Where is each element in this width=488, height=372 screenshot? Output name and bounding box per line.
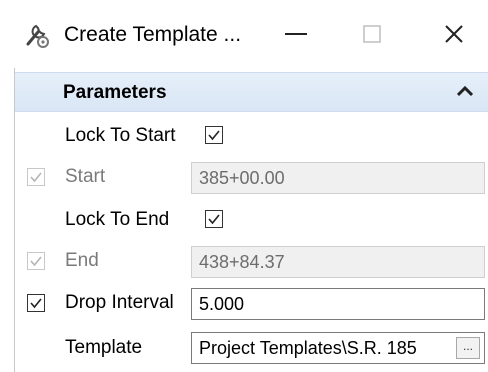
maximize-icon — [363, 25, 381, 43]
parameters-section-header[interactable]: Parameters — [15, 72, 488, 112]
end-label: End — [65, 250, 99, 271]
minimize-button[interactable] — [276, 18, 316, 50]
browse-template-button[interactable]: ... — [456, 337, 480, 359]
drop-interval-input[interactable]: 5.000 — [191, 288, 485, 320]
drop-interval-label: Drop Interval — [65, 292, 174, 313]
close-button[interactable] — [434, 18, 474, 50]
close-icon — [445, 25, 463, 43]
dialog-body: Parameters Lock To Start Start 385+00.00… — [14, 68, 488, 372]
checkmark-icon — [30, 298, 42, 309]
lock-to-end-label: Lock To End — [65, 209, 170, 230]
template-value: Project Templates\S.R. 185 — [199, 338, 417, 358]
lock-to-start-checkbox[interactable] — [205, 126, 223, 144]
lock-to-end-checkbox[interactable] — [205, 210, 223, 228]
section-title: Parameters — [63, 82, 167, 103]
checkmark-icon — [208, 214, 220, 225]
lock-to-start-label: Lock To Start — [65, 125, 176, 146]
checkmark-icon — [30, 172, 42, 183]
start-checkbox — [27, 168, 45, 186]
start-label: Start — [65, 166, 106, 187]
collapse-chevron-up-icon[interactable] — [457, 85, 473, 97]
checkmark-icon — [30, 256, 42, 267]
window-title: Create Template ... — [64, 23, 242, 46]
maximize-button[interactable] — [352, 18, 392, 50]
minimize-icon — [285, 33, 307, 35]
checkmark-icon — [208, 130, 220, 141]
end-field: 438+84.37 — [191, 246, 485, 278]
template-field[interactable]: Project Templates\S.R. 185 ... — [191, 332, 485, 364]
drop-interval-checkbox[interactable] — [27, 294, 45, 312]
end-checkbox — [27, 252, 45, 270]
template-label: Template — [65, 337, 143, 358]
start-field: 385+00.00 — [191, 162, 485, 194]
wrench-gear-icon — [26, 24, 49, 48]
title-bar: Create Template ... — [0, 0, 488, 68]
